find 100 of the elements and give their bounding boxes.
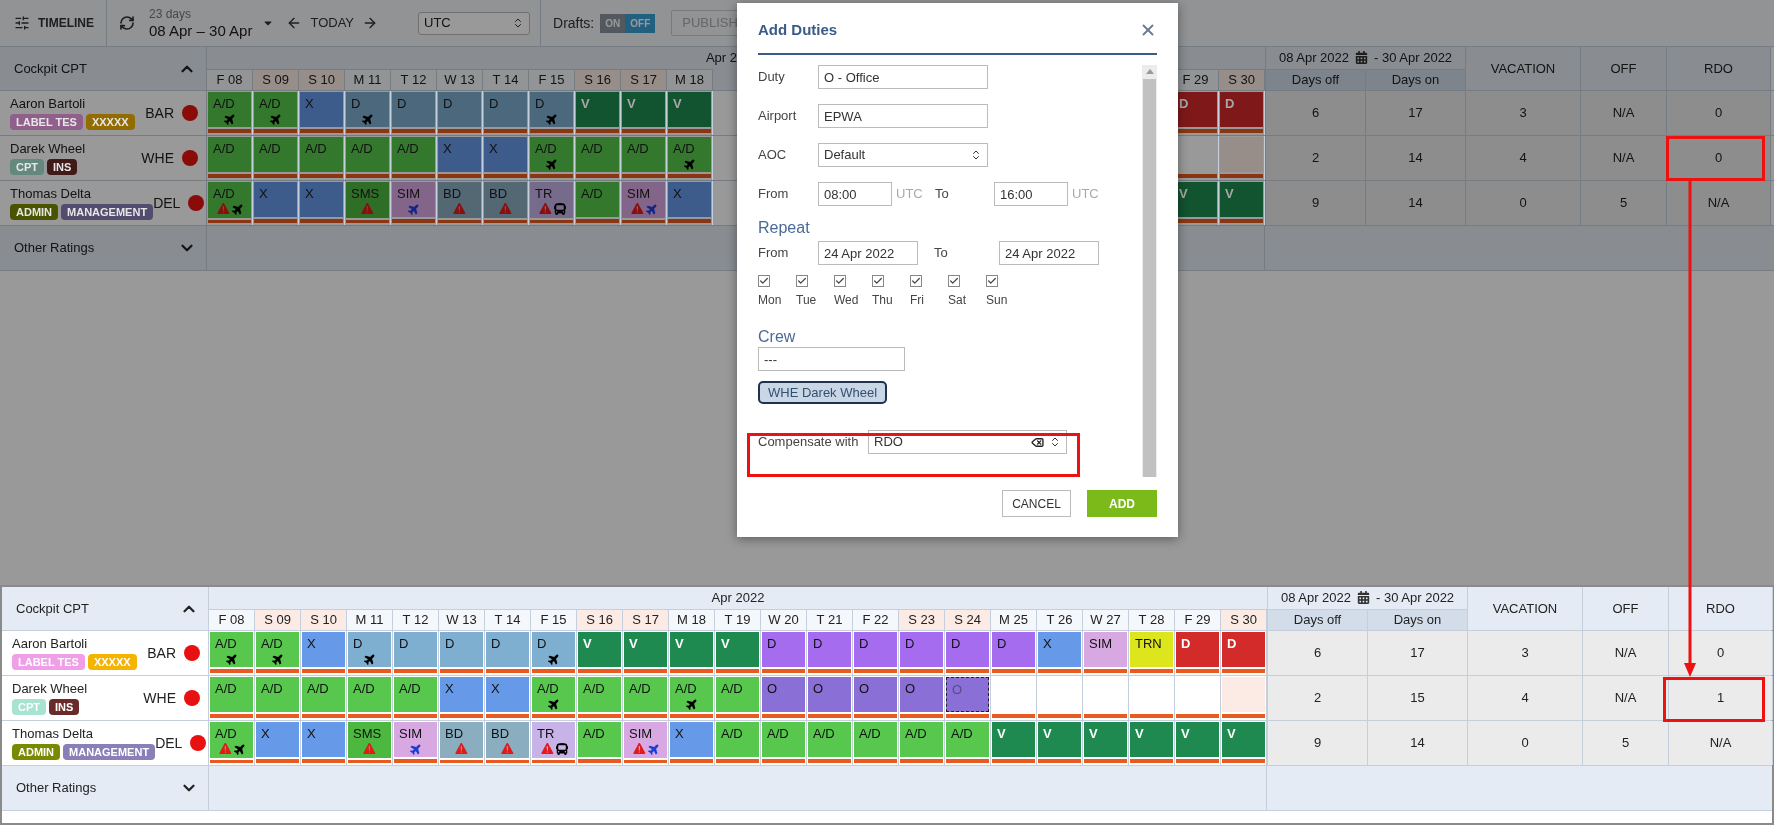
- duty-cell[interactable]: D: [348, 632, 391, 667]
- duty-cell[interactable]: A/D: [716, 677, 759, 712]
- group-header[interactable]: Other Ratings: [0, 226, 207, 270]
- checkbox[interactable]: [758, 275, 770, 287]
- airport-field[interactable]: EPWA: [818, 104, 988, 128]
- duty-cell[interactable]: A/D: [254, 137, 297, 172]
- duty-cell[interactable]: SMS: [348, 722, 391, 758]
- duty-cell[interactable]: V: [622, 92, 665, 127]
- checkbox[interactable]: [986, 275, 998, 287]
- duty-cell[interactable]: A/D: [208, 182, 251, 218]
- refresh-icon[interactable]: [119, 15, 135, 31]
- duty-cell[interactable]: D: [1222, 632, 1265, 667]
- duty-cell[interactable]: BD: [486, 722, 529, 758]
- duty-cell[interactable]: D: [1220, 92, 1263, 127]
- duty-cell[interactable]: D: [946, 632, 989, 667]
- duty-cell[interactable]: A/D: [210, 632, 253, 667]
- checkbox[interactable]: [872, 275, 884, 287]
- duty-cell[interactable]: A/D: [208, 92, 251, 127]
- crew-chip[interactable]: WHE Darek Wheel: [758, 381, 888, 404]
- duty-cell[interactable]: X: [670, 722, 713, 757]
- clear-icon[interactable]: [1031, 435, 1044, 449]
- duty-cell[interactable]: V: [578, 632, 621, 667]
- duty-cell[interactable]: D: [808, 632, 851, 667]
- duty-cell[interactable]: V: [1130, 722, 1173, 757]
- duty-cell[interactable]: X: [486, 677, 529, 712]
- duty-cell[interactable]: A/D: [576, 137, 619, 172]
- date-range[interactable]: 08 Apr – 30 Apr: [149, 23, 253, 38]
- duty-cell[interactable]: V: [1084, 722, 1127, 757]
- duty-cell[interactable]: A/D: [530, 137, 573, 172]
- duty-cell[interactable]: BD: [440, 722, 483, 758]
- duty-cell[interactable]: X: [438, 137, 481, 172]
- duty-cell[interactable]: A/D: [716, 722, 759, 757]
- duty-cell[interactable]: D: [992, 632, 1035, 667]
- duty-cell[interactable]: A/D: [578, 722, 621, 757]
- duty-cell[interactable]: D: [346, 92, 389, 127]
- duty-cell[interactable]: TR: [530, 182, 573, 218]
- group-header[interactable]: Other Ratings: [2, 766, 209, 810]
- duty-cell[interactable]: O: [762, 677, 805, 712]
- duty-cell[interactable]: A/D: [394, 677, 437, 712]
- date-field[interactable]: 24 Apr 2022: [999, 241, 1099, 265]
- duty-cell[interactable]: D: [532, 632, 575, 667]
- time-field[interactable]: 08:00: [818, 182, 892, 206]
- calendar-icon[interactable]: [1355, 51, 1369, 65]
- checkbox[interactable]: [796, 275, 808, 287]
- duty-cell[interactable]: A/D: [254, 92, 297, 127]
- time-field[interactable]: 16:00: [994, 182, 1068, 206]
- duty-cell[interactable]: V: [1220, 182, 1263, 217]
- duty-cell[interactable]: BD: [438, 182, 481, 218]
- checkbox[interactable]: [910, 275, 922, 287]
- duty-cell[interactable]: V: [1176, 722, 1219, 757]
- duty-cell[interactable]: [1220, 137, 1263, 172]
- duty-cell[interactable]: X: [668, 182, 711, 217]
- checkbox[interactable]: [834, 275, 846, 287]
- duty-cell[interactable]: A/D: [946, 722, 989, 757]
- group-header[interactable]: Cockpit CPT: [0, 47, 207, 90]
- duty-cell[interactable]: X: [302, 632, 345, 667]
- duty-cell[interactable]: D: [438, 92, 481, 127]
- duty-cell[interactable]: TRN: [1130, 632, 1173, 667]
- duty-cell[interactable]: A/D: [300, 137, 343, 172]
- duty-cell[interactable]: D: [762, 632, 805, 667]
- duty-cell[interactable]: SIM: [1084, 632, 1127, 667]
- duty-cell[interactable]: BD: [484, 182, 527, 218]
- duty-cell[interactable]: SIM: [394, 722, 437, 757]
- duty-cell[interactable]: V: [1222, 722, 1265, 757]
- aoc-select[interactable]: Default: [818, 143, 988, 167]
- duty-cell[interactable]: A/D: [622, 137, 665, 172]
- today-button[interactable]: TODAY: [310, 13, 354, 33]
- duty-cell[interactable]: A/D: [670, 677, 713, 712]
- duty-cell[interactable]: D: [486, 632, 529, 667]
- duty-cell[interactable]: D: [440, 632, 483, 667]
- duty-cell[interactable]: X: [1038, 632, 1081, 667]
- duty-cell[interactable]: A/D: [532, 677, 575, 712]
- duty-cell[interactable]: A/D: [256, 632, 299, 667]
- duty-cell[interactable]: V: [670, 632, 713, 667]
- duty-cell[interactable]: A/D: [762, 722, 805, 757]
- duty-cell[interactable]: O: [900, 677, 943, 712]
- duty-cell[interactable]: X: [300, 92, 343, 127]
- duty-cell[interactable]: O: [854, 677, 897, 712]
- duty-cell[interactable]: X: [254, 182, 297, 217]
- duty-cell[interactable]: D: [484, 92, 527, 127]
- duty-cell[interactable]: D: [394, 632, 437, 667]
- duty-cell[interactable]: V: [992, 722, 1035, 757]
- duty-cell[interactable]: X: [256, 722, 299, 757]
- duty-cell[interactable]: A/D: [808, 722, 851, 757]
- duty-cell[interactable]: D: [530, 92, 573, 127]
- duty-cell[interactable]: D: [1176, 632, 1219, 667]
- checkbox[interactable]: [948, 275, 960, 287]
- duty-cell[interactable]: D: [392, 92, 435, 127]
- duty-cell[interactable]: SIM: [392, 182, 435, 217]
- cancel-button[interactable]: CANCEL: [1002, 490, 1071, 517]
- duty-cell[interactable]: A/D: [624, 677, 667, 712]
- duty-cell[interactable]: X: [484, 137, 527, 172]
- duty-cell[interactable]: A/D: [392, 137, 435, 172]
- duty-cell[interactable]: A/D: [302, 677, 345, 712]
- sliders-icon[interactable]: [14, 15, 30, 31]
- duty-cell[interactable]: O: [808, 677, 851, 712]
- duty-cell[interactable]: V: [576, 92, 619, 127]
- compensate-select[interactable]: RDO: [868, 430, 1067, 454]
- group-header[interactable]: Cockpit CPT: [2, 587, 209, 630]
- duty-cell[interactable]: [1222, 677, 1265, 712]
